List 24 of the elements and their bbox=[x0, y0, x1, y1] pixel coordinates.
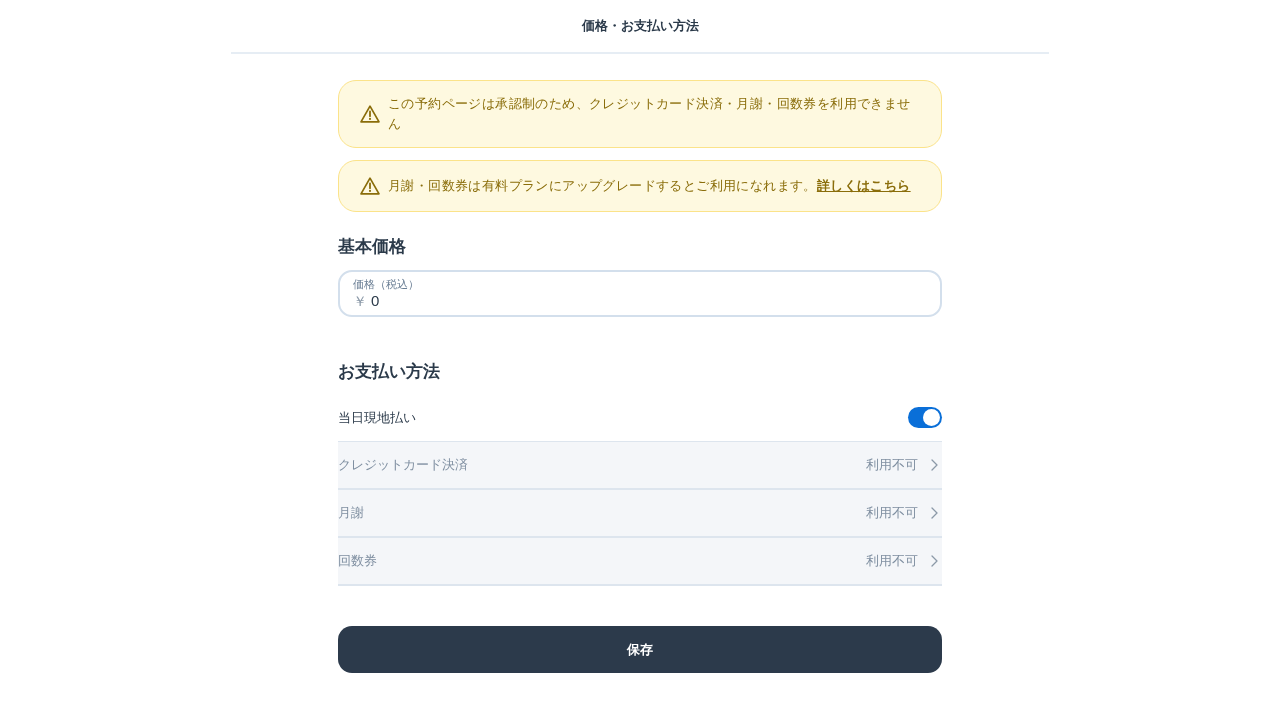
alert-message: この予約ページは承認制のため、クレジットカード決済・月謝・回数券を利用できません bbox=[388, 95, 912, 133]
chevron-right-icon bbox=[931, 459, 938, 471]
payment-method-label: 当日現地払い bbox=[338, 408, 416, 427]
currency-prefix: ￥ bbox=[353, 291, 367, 311]
warning-icon bbox=[360, 105, 380, 123]
page-title: 価格・お支払い方法 bbox=[581, 17, 699, 36]
payment-method-label: クレジットカード決済 bbox=[338, 456, 468, 475]
status-text: 利用不可 bbox=[866, 456, 918, 475]
toggle-switch[interactable] bbox=[908, 407, 942, 428]
payment-method-label: 回数券 bbox=[338, 552, 377, 571]
price-value: 0 bbox=[371, 290, 380, 311]
warning-icon bbox=[360, 177, 380, 195]
field-label: 価格（税込） bbox=[353, 276, 420, 291]
price-input-field[interactable]: 価格（税込） ￥ 0 bbox=[338, 270, 942, 317]
save-button[interactable]: 保存 bbox=[338, 626, 942, 673]
chevron-right-icon bbox=[931, 507, 938, 519]
status-text: 利用不可 bbox=[866, 552, 918, 571]
status-text: 利用不可 bbox=[866, 504, 918, 523]
details-link[interactable]: 詳しくはこちら bbox=[816, 178, 911, 193]
section-heading: 基本価格 bbox=[338, 236, 407, 258]
payment-method-label: 月謝 bbox=[338, 504, 364, 523]
chevron-right-icon bbox=[931, 555, 938, 567]
alert-message: 月謝・回数券は有料プランにアップグレードするとご利用になれます。詳しくはこちら bbox=[388, 177, 911, 195]
section-heading: お支払い方法 bbox=[338, 361, 441, 383]
